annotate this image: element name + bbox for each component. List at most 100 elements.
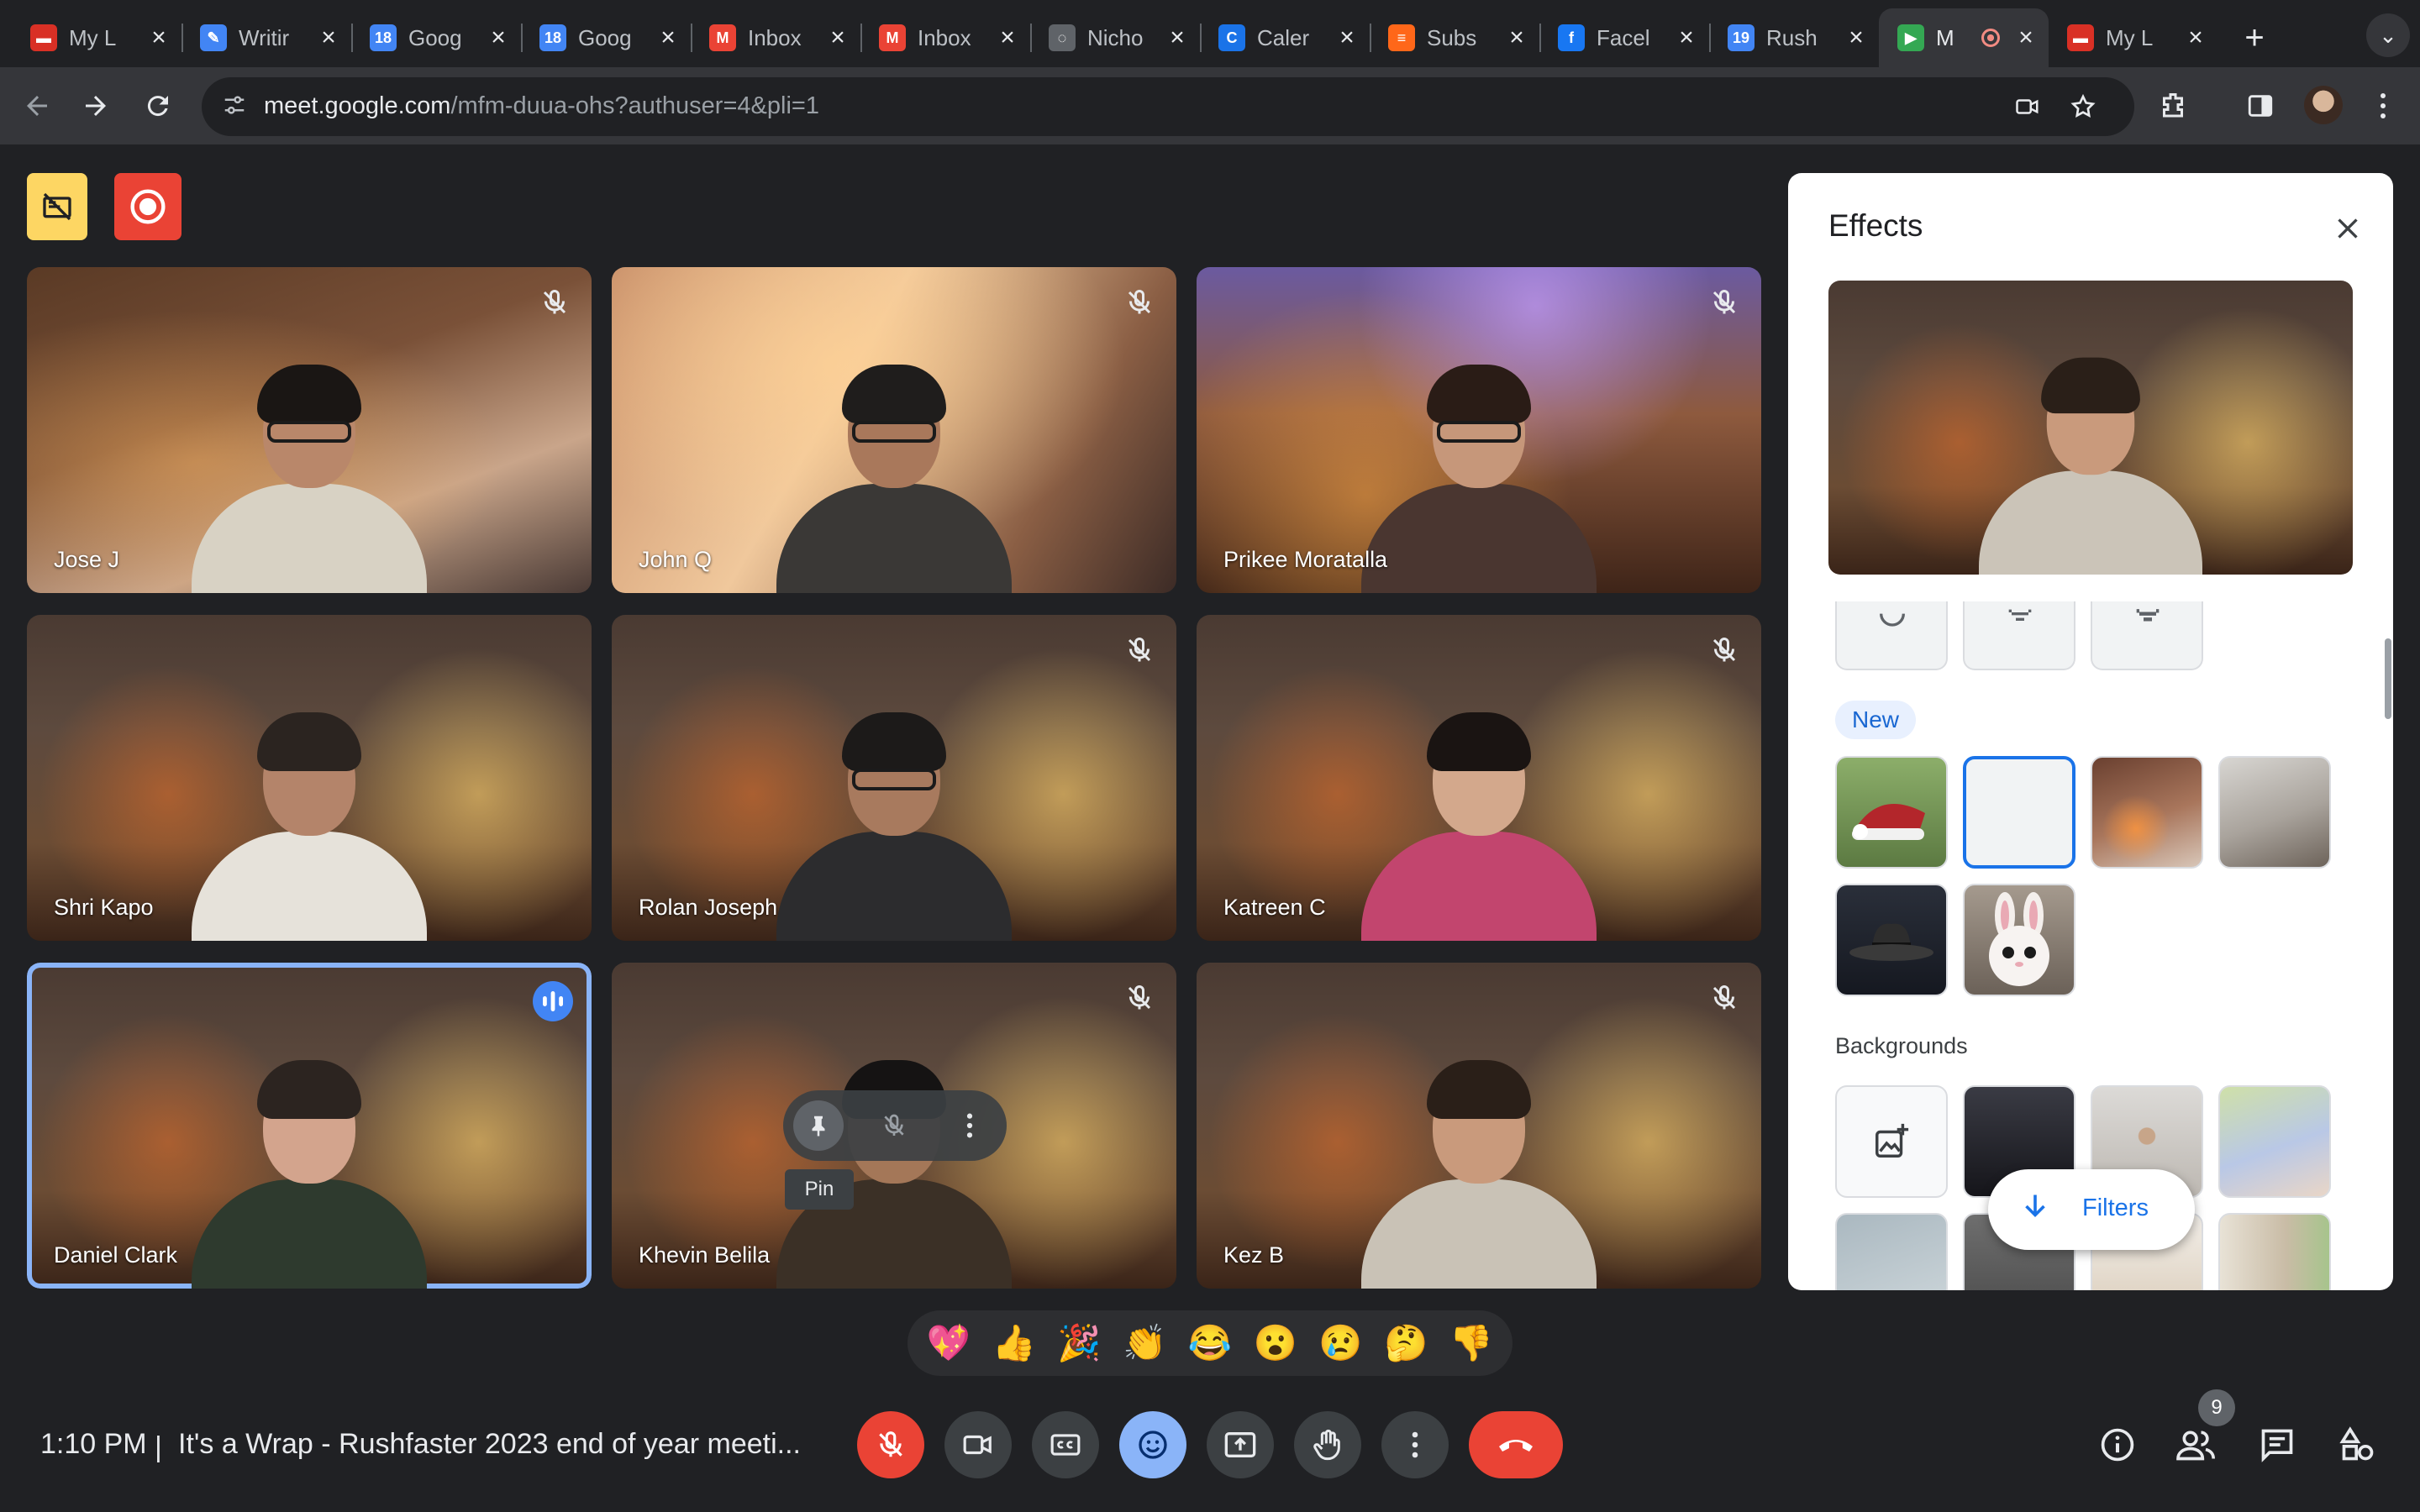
side-panel-icon[interactable] bbox=[2238, 84, 2282, 128]
camera-toggle-button[interactable] bbox=[944, 1411, 1012, 1478]
participant-tile[interactable]: Katreen C bbox=[1197, 615, 1761, 941]
participant-tile[interactable]: Shri Kapo bbox=[27, 615, 592, 941]
bookmark-star-icon[interactable] bbox=[2065, 89, 2101, 124]
tab-favicon-icon: 18 bbox=[370, 24, 397, 51]
tab-close-icon[interactable]: × bbox=[1165, 24, 1190, 52]
browser-tab[interactable]: ▬ My L × bbox=[2049, 8, 2218, 67]
tab-close-icon[interactable]: × bbox=[2183, 24, 2208, 52]
participant-video bbox=[183, 341, 435, 593]
upload-background-button[interactable] bbox=[1835, 1085, 1948, 1198]
extensions-icon[interactable] bbox=[2151, 84, 2195, 128]
effect-blur-person[interactable] bbox=[1963, 601, 2075, 670]
browser-tab[interactable]: ▬ My L × bbox=[12, 8, 182, 67]
more-vert-icon bbox=[1412, 1431, 1418, 1458]
background-option-id-card[interactable] bbox=[2218, 1085, 2331, 1198]
effect-cozy-cabin[interactable] bbox=[2091, 756, 2203, 869]
browser-tab[interactable]: M Inbox × bbox=[691, 8, 860, 67]
browser-tab[interactable]: 19 Rush × bbox=[1709, 8, 1879, 67]
new-tab-button[interactable]: + bbox=[2232, 15, 2277, 60]
participant-tile[interactable]: Prikee Moratalla bbox=[1197, 267, 1761, 593]
present-screen-button[interactable] bbox=[1207, 1411, 1274, 1478]
tab-close-icon[interactable]: × bbox=[995, 24, 1020, 52]
browser-tab[interactable]: M Inbox × bbox=[860, 8, 1030, 67]
tab-close-icon[interactable]: × bbox=[486, 24, 511, 52]
reaction-thumbs-up-button[interactable]: 👍 bbox=[986, 1323, 1042, 1364]
tab-title: Facel bbox=[1597, 24, 1650, 50]
site-settings-icon[interactable] bbox=[220, 92, 249, 121]
microphone-toggle-button[interactable] bbox=[857, 1411, 924, 1478]
back-button[interactable] bbox=[13, 82, 60, 129]
meeting-clock: 1:10 PM bbox=[40, 1428, 147, 1460]
recording-status-button[interactable] bbox=[114, 173, 182, 240]
effect-bunny[interactable] bbox=[1963, 884, 2075, 996]
participant-name: Katreen C bbox=[1223, 895, 1326, 920]
raise-hand-button[interactable] bbox=[1294, 1411, 1361, 1478]
people-button[interactable] bbox=[2168, 1416, 2225, 1473]
participant-name: Daniel Clark bbox=[54, 1242, 178, 1268]
browser-tab[interactable]: ✎ Writir × bbox=[182, 8, 351, 67]
pin-button[interactable] bbox=[793, 1100, 844, 1151]
jump-to-filters-button[interactable]: Filters bbox=[1988, 1169, 2195, 1250]
tab-close-icon[interactable]: × bbox=[1504, 24, 1529, 52]
participant-tile[interactable]: John Q bbox=[612, 267, 1176, 593]
info-icon bbox=[2101, 1428, 2134, 1462]
effect-blur-full[interactable] bbox=[2091, 601, 2203, 670]
tab-close-icon[interactable]: × bbox=[825, 24, 850, 52]
mute-participant-button[interactable] bbox=[869, 1100, 919, 1151]
leave-call-button[interactable] bbox=[1469, 1411, 1563, 1478]
participant-tile[interactable]: Rolan Joseph bbox=[612, 615, 1176, 941]
chat-button[interactable] bbox=[2249, 1416, 2306, 1473]
reaction-thumbs-down-button[interactable]: 👎 bbox=[1444, 1323, 1499, 1364]
tab-close-icon[interactable]: × bbox=[1674, 24, 1699, 52]
participant-tile[interactable]: Jose J bbox=[27, 267, 592, 593]
background-option-room[interactable] bbox=[2218, 1213, 2331, 1290]
call-end-icon bbox=[1499, 1440, 1533, 1452]
reload-button[interactable] bbox=[134, 82, 182, 129]
browser-menu-icon[interactable] bbox=[2361, 84, 2405, 128]
reaction-laughing-button[interactable]: 😂 bbox=[1182, 1323, 1238, 1364]
effect-santa-hat[interactable] bbox=[1835, 756, 1948, 869]
participant-tile[interactable]: Daniel Clark bbox=[27, 963, 592, 1289]
effect-winter-living-room[interactable] bbox=[2218, 756, 2331, 869]
browser-tab[interactable]: ▶ M × bbox=[1879, 8, 2049, 67]
address-bar[interactable]: meet.google.com/mfm-duua-ohs?authuser=4&… bbox=[202, 77, 2134, 136]
meeting-details-button[interactable] bbox=[2089, 1416, 2146, 1473]
participant-tile[interactable]: Kez B bbox=[1197, 963, 1761, 1289]
tab-close-icon[interactable]: × bbox=[655, 24, 681, 52]
tab-close-icon[interactable]: × bbox=[2013, 24, 2039, 52]
participant-video bbox=[1353, 341, 1605, 593]
more-options-button[interactable] bbox=[1381, 1411, 1449, 1478]
effects-scrollbar[interactable] bbox=[2385, 638, 2391, 719]
effect-christmas-fireplace[interactable] bbox=[1963, 756, 2075, 869]
tab-close-icon[interactable]: × bbox=[1844, 24, 1869, 52]
tab-close-icon[interactable]: × bbox=[1334, 24, 1360, 52]
reaction-crying-button[interactable]: 😢 bbox=[1313, 1323, 1368, 1364]
effect-fedora-hat[interactable] bbox=[1835, 884, 1948, 996]
forward-button[interactable] bbox=[72, 82, 119, 129]
more-options-button[interactable] bbox=[944, 1100, 995, 1151]
tab-search-button[interactable]: ⌄ bbox=[2366, 13, 2410, 57]
reaction-party-popper-button[interactable]: 🎉 bbox=[1051, 1323, 1107, 1364]
reaction-thinking-button[interactable]: 🤔 bbox=[1378, 1323, 1434, 1364]
profile-avatar[interactable] bbox=[2304, 86, 2343, 124]
browser-tab[interactable]: C Caler × bbox=[1200, 8, 1370, 67]
reaction-surprised-button[interactable]: 😮 bbox=[1248, 1323, 1303, 1364]
tab-close-icon[interactable]: × bbox=[316, 24, 341, 52]
background-option-texture[interactable] bbox=[1835, 1213, 1948, 1290]
reactions-button[interactable] bbox=[1119, 1411, 1186, 1478]
tab-close-icon[interactable]: × bbox=[146, 24, 171, 52]
browser-tab[interactable]: 18 Goog × bbox=[521, 8, 691, 67]
captions-toggle-button[interactable] bbox=[1032, 1411, 1099, 1478]
close-effects-button[interactable] bbox=[2326, 207, 2370, 250]
browser-tab[interactable]: f Facel × bbox=[1539, 8, 1709, 67]
browser-tab[interactable]: 18 Goog × bbox=[351, 8, 521, 67]
new-effects-chip: New bbox=[1835, 701, 1916, 739]
no-video-status-button[interactable] bbox=[27, 173, 87, 240]
reaction-sparkling-heart-button[interactable]: 💖 bbox=[921, 1323, 976, 1364]
camera-in-use-icon[interactable] bbox=[2010, 89, 2045, 124]
activities-button[interactable] bbox=[2329, 1416, 2386, 1473]
browser-tab[interactable]: ◌ Nicho × bbox=[1030, 8, 1200, 67]
effect-blur-slight[interactable] bbox=[1835, 601, 1948, 670]
browser-tab[interactable]: ≡ Subs × bbox=[1370, 8, 1539, 67]
reaction-clapping-hands-button[interactable]: 👏 bbox=[1117, 1323, 1172, 1364]
